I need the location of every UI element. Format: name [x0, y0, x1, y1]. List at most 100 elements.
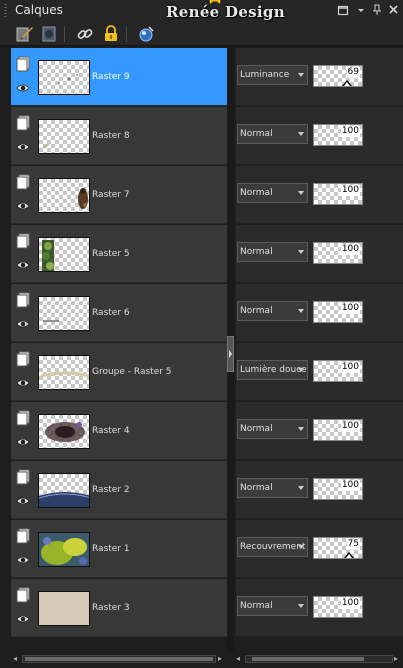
opacity-slider[interactable]: 100	[313, 124, 363, 146]
title-bar: Calques Renée Design	[0, 0, 403, 22]
drag-grip[interactable]	[4, 4, 7, 18]
blend-mode-dropdown[interactable]: Recouvrement	[237, 537, 308, 557]
layer-row[interactable]: Raster 7 Normal 100	[11, 166, 403, 225]
dropdown-arrow-icon	[298, 604, 304, 608]
pin-icon[interactable]	[370, 4, 384, 18]
layer-type-icon	[16, 292, 30, 308]
layer-thumbnail[interactable]	[38, 296, 90, 331]
layer-thumbnail[interactable]	[38, 532, 90, 567]
visibility-eye-icon[interactable]	[16, 260, 30, 270]
layer-row[interactable]: Raster 9 Luminance 69	[11, 48, 403, 107]
opacity-caret-icon[interactable]	[344, 552, 354, 558]
scroll-left-arrow[interactable]: ◂	[236, 654, 244, 664]
scroll-right-arrow[interactable]: ▸	[218, 654, 226, 664]
dropdown-arrow-icon	[298, 486, 304, 490]
layer-row[interactable]: Raster 6 Normal 100	[11, 284, 403, 343]
layer-row-main[interactable]: Raster 6	[11, 284, 227, 342]
layer-thumbnail[interactable]	[38, 414, 90, 449]
visibility-eye-icon[interactable]	[16, 378, 30, 388]
visibility-eye-icon[interactable]	[16, 83, 30, 93]
blend-mode-dropdown[interactable]: Normal	[237, 419, 308, 439]
layer-row-main[interactable]: Raster 2	[11, 461, 227, 519]
layer-row[interactable]: Raster 2 Normal 100	[11, 461, 403, 520]
layer-row-main[interactable]: Raster 4	[11, 402, 227, 460]
layer-row[interactable]: Raster 8 Normal 100	[11, 107, 403, 166]
layer-row-main[interactable]: Raster 9	[11, 48, 227, 106]
blend-mode-dropdown[interactable]: Lumière douce	[237, 360, 308, 380]
layer-row-main[interactable]: Raster 3	[11, 579, 227, 637]
visibility-eye-icon[interactable]	[16, 555, 30, 565]
visibility-eye-icon[interactable]	[16, 201, 30, 211]
link-layers-icon[interactable]	[76, 25, 94, 43]
blend-ranges-icon[interactable]	[137, 25, 155, 43]
blend-mode-dropdown[interactable]: Normal	[237, 242, 308, 262]
layer-thumbnail[interactable]	[38, 60, 90, 95]
scroll-thumb[interactable]	[25, 657, 213, 661]
layer-thumbnail[interactable]	[38, 355, 90, 390]
blend-mode-dropdown[interactable]: Normal	[237, 183, 308, 203]
opacity-slider[interactable]: 100	[313, 301, 363, 323]
layer-row-main[interactable]: Raster 5	[11, 225, 227, 283]
scroll-left-arrow[interactable]: ◂	[13, 654, 21, 664]
blend-mode-dropdown[interactable]: Normal	[237, 478, 308, 498]
dropdown-menu-icon[interactable]	[354, 4, 368, 18]
layer-thumbnail[interactable]	[38, 473, 90, 508]
opacity-slider[interactable]: 75	[313, 537, 363, 559]
blend-mode-dropdown[interactable]: Normal	[237, 301, 308, 321]
layer-thumbnail[interactable]	[38, 591, 90, 626]
dropdown-arrow-icon	[298, 545, 304, 549]
dropdown-arrow-icon	[298, 250, 304, 254]
layer-row[interactable]: Raster 5 Normal 100	[11, 225, 403, 284]
layer-row-main[interactable]: Raster 1	[11, 520, 227, 578]
visibility-eye-icon[interactable]	[16, 614, 30, 624]
dropdown-arrow-icon	[298, 368, 304, 372]
layer-row-main[interactable]: Raster 7	[11, 166, 227, 224]
opacity-slider[interactable]: 100	[313, 419, 363, 441]
layer-list-hscrollbar[interactable]	[22, 655, 216, 663]
opacity-value: 100	[340, 598, 360, 609]
opacity-slider[interactable]: 100	[313, 478, 363, 500]
blend-mode-dropdown[interactable]: Normal	[237, 124, 308, 144]
layer-thumbnail[interactable]	[38, 178, 90, 213]
layer-thumbnail[interactable]	[38, 119, 90, 154]
toolbar-separator	[126, 26, 127, 42]
layer-row-main[interactable]: Raster 8	[11, 107, 227, 165]
layer-row-main[interactable]: Groupe - Raster 5	[11, 343, 227, 401]
close-icon[interactable]	[386, 4, 400, 18]
edit-layer-properties-icon[interactable]	[16, 25, 34, 43]
properties-hscrollbar[interactable]	[245, 655, 393, 663]
opacity-slider[interactable]: 100	[313, 183, 363, 205]
opacity-value: 100	[340, 303, 360, 314]
layer-thumbnail[interactable]	[38, 237, 90, 272]
layer-row[interactable]: Groupe - Raster 5 Lumière douce 100	[11, 343, 403, 402]
layer-row[interactable]: Raster 1 Recouvrement 75	[11, 520, 403, 579]
opacity-caret-icon[interactable]	[342, 80, 352, 86]
splitter-handle[interactable]	[227, 336, 234, 372]
layers-toolbar	[0, 22, 403, 46]
lock-icon[interactable]	[102, 25, 120, 43]
blend-mode-dropdown[interactable]: Luminance	[237, 65, 308, 85]
opacity-slider[interactable]: 100	[313, 242, 363, 264]
opacity-value: 69	[346, 67, 360, 78]
opacity-slider[interactable]: 100	[313, 360, 363, 382]
blend-mode-dropdown[interactable]: Normal	[237, 596, 308, 616]
restore-window-icon[interactable]	[336, 4, 350, 18]
opacity-slider[interactable]: 100	[313, 596, 363, 618]
blend-mode-value: Lumière douce	[240, 365, 307, 375]
visibility-eye-icon[interactable]	[16, 496, 30, 506]
layer-name: Raster 2	[92, 485, 130, 495]
opacity-slider[interactable]: 69	[313, 65, 363, 87]
visibility-eye-icon[interactable]	[16, 437, 30, 447]
opacity-value: 100	[340, 362, 360, 373]
mask-icon[interactable]	[40, 25, 58, 43]
layer-row[interactable]: Raster 3 Normal 100	[11, 579, 403, 638]
layer-properties: Normal 100	[236, 107, 403, 165]
dropdown-arrow-icon	[298, 132, 304, 136]
scroll-right-arrow[interactable]: ▸	[394, 654, 402, 664]
scroll-thumb[interactable]	[252, 657, 364, 661]
layer-properties: Normal 100	[236, 284, 403, 342]
blend-mode-value: Normal	[240, 483, 273, 493]
layer-row[interactable]: Raster 4 Normal 100	[11, 402, 403, 461]
visibility-eye-icon[interactable]	[16, 319, 30, 329]
visibility-eye-icon[interactable]	[16, 142, 30, 152]
